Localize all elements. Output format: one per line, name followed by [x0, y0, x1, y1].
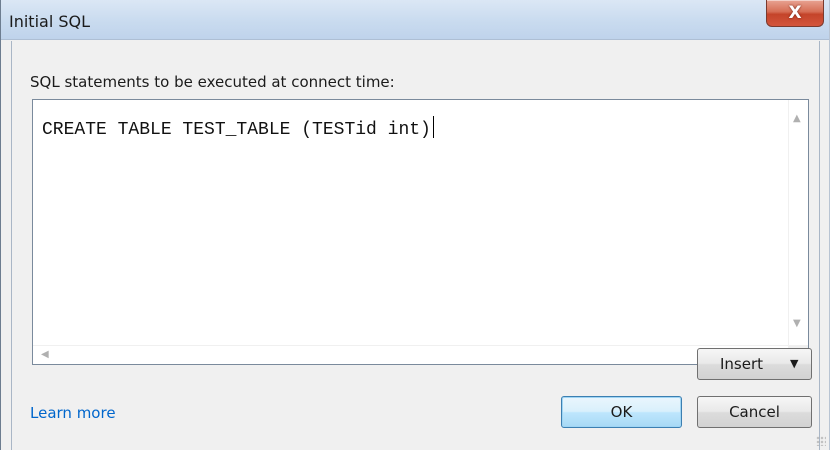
- close-icon: X: [788, 3, 802, 23]
- resize-grip-icon[interactable]: [816, 436, 826, 446]
- window-title: Initial SQL: [9, 12, 91, 31]
- learn-more-link[interactable]: Learn more: [30, 404, 116, 422]
- scroll-down-icon[interactable]: ▼: [793, 318, 801, 329]
- prompt-label: SQL statements to be executed at connect…: [30, 73, 395, 91]
- vertical-scrollbar[interactable]: ▲ ▼: [788, 100, 808, 347]
- sql-statement: CREATE TABLE TEST_TABLE (TESTid int): [42, 120, 431, 140]
- close-button[interactable]: X: [766, 0, 824, 27]
- cancel-button[interactable]: Cancel: [697, 396, 812, 428]
- scroll-left-icon[interactable]: ◀: [41, 349, 49, 360]
- sql-editor[interactable]: CREATE TABLE TEST_TABLE (TESTid int) ▲ ▼…: [32, 99, 809, 365]
- horizontal-scrollbar[interactable]: ◀ ▶: [33, 345, 790, 364]
- text-caret: [432, 116, 434, 138]
- insert-button-label: Insert: [720, 355, 764, 373]
- sql-text[interactable]: CREATE TABLE TEST_TABLE (TESTid int): [42, 116, 434, 140]
- dialog-window: Initial SQL X SQL statements to be execu…: [0, 0, 830, 450]
- chevron-down-icon: ▼: [790, 357, 799, 370]
- dialog-content: SQL statements to be executed at connect…: [11, 41, 820, 450]
- insert-button[interactable]: Insert ▼: [697, 348, 812, 380]
- scroll-up-icon[interactable]: ▲: [793, 113, 801, 124]
- title-bar[interactable]: Initial SQL X: [1, 0, 829, 40]
- ok-button[interactable]: OK: [561, 396, 682, 428]
